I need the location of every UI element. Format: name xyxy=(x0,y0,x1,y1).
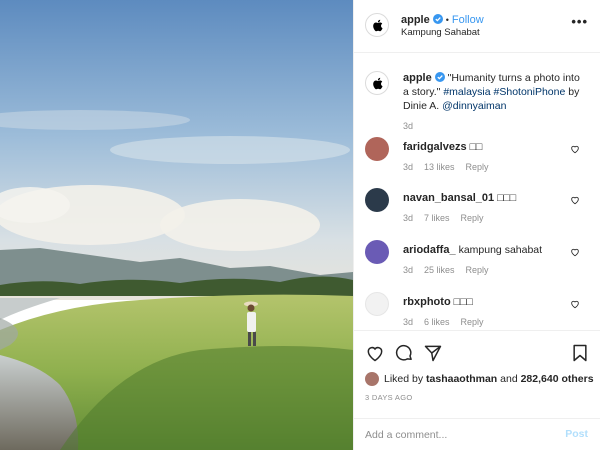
post-timestamp[interactable]: 3 DAYS AGO xyxy=(365,393,412,402)
comment-bubble-icon[interactable] xyxy=(394,343,414,363)
reply-button[interactable]: Reply xyxy=(461,317,484,327)
verified-badge-icon xyxy=(434,72,445,82)
comment-meta: 3d 7 likes Reply xyxy=(403,213,484,223)
comment-username[interactable]: navan_bansal_01 xyxy=(403,192,494,204)
avatar[interactable] xyxy=(365,13,389,37)
location-link[interactable]: Kampung Sahabat xyxy=(401,27,480,38)
comment-text: navan_bansal_01 □□□ xyxy=(403,192,516,204)
instagram-post: apple • Follow Kampung Sahabat ••• apple "… xyxy=(0,0,600,450)
caption-time[interactable]: 3d xyxy=(403,121,413,131)
comment-text: ariodaffa_ kampung sahabat xyxy=(403,244,542,256)
commenter-avatar[interactable] xyxy=(365,188,389,212)
comment-time[interactable]: 3d xyxy=(403,162,413,172)
comment-username[interactable]: rbxphoto xyxy=(403,296,451,308)
liker-avatar[interactable] xyxy=(365,372,379,386)
comment-text: faridgalvezs □□ xyxy=(403,141,482,153)
caption-username[interactable]: apple xyxy=(403,72,432,84)
follow-button[interactable]: Follow xyxy=(452,14,484,26)
commenter-avatar[interactable] xyxy=(365,240,389,264)
like-comment-heart-icon[interactable] xyxy=(570,195,580,205)
liked-and: and xyxy=(500,373,518,385)
header-user-line: apple • Follow xyxy=(401,14,484,26)
comment-username[interactable]: faridgalvezs xyxy=(403,141,467,153)
comment-time[interactable]: 3d xyxy=(403,213,413,223)
comment-body: □□□ xyxy=(453,296,473,308)
comment-text: rbxphoto □□□ xyxy=(403,296,473,308)
share-plane-icon[interactable] xyxy=(423,343,443,363)
apple-logo-icon xyxy=(372,19,383,31)
like-heart-icon[interactable] xyxy=(365,343,385,363)
comment-likes[interactable]: 13 likes xyxy=(424,162,455,172)
comment-likes[interactable]: 6 likes xyxy=(424,317,450,327)
comment-meta: 3d 13 likes Reply xyxy=(403,162,489,172)
likes-summary: Liked by tashaaothman and 282,640 others xyxy=(365,372,594,386)
landscape-photo xyxy=(0,0,353,450)
reply-button[interactable]: Reply xyxy=(466,162,489,172)
add-comment-bar: Post xyxy=(354,418,600,450)
like-comment-heart-icon[interactable] xyxy=(570,299,580,309)
comment-likes[interactable]: 7 likes xyxy=(424,213,450,223)
post-caption: apple "Humanity turns a photo into a sto… xyxy=(403,71,585,113)
commenter-avatar[interactable] xyxy=(365,137,389,161)
reply-button[interactable]: Reply xyxy=(461,213,484,223)
like-comment-heart-icon[interactable] xyxy=(570,144,580,154)
header-username[interactable]: apple xyxy=(401,14,430,26)
comment-meta: 3d 25 likes Reply xyxy=(403,265,489,275)
comment-meta: 3d 6 likes Reply xyxy=(403,317,484,327)
hashtag-link[interactable]: #ShotoniPhone xyxy=(494,86,566,98)
save-bookmark-icon[interactable] xyxy=(570,343,590,363)
comment-body: □□ xyxy=(469,141,483,153)
post-photo[interactable] xyxy=(0,0,353,450)
separator-dot: • xyxy=(445,15,449,25)
post-sidebar: apple • Follow Kampung Sahabat ••• apple "… xyxy=(353,0,600,450)
comment-input[interactable] xyxy=(365,423,555,447)
post-comment-button[interactable]: Post xyxy=(565,428,588,440)
post-actions: Liked by tashaaothman and 282,640 others… xyxy=(354,330,600,418)
comment-likes[interactable]: 25 likes xyxy=(424,265,455,275)
liked-prefix: Liked by xyxy=(384,373,424,385)
reply-button[interactable]: Reply xyxy=(466,265,489,275)
comment-time[interactable]: 3d xyxy=(403,317,413,327)
comment-username[interactable]: ariodaffa_ xyxy=(403,244,456,256)
comment-body: kampung sahabat xyxy=(458,244,543,256)
apple-logo-icon xyxy=(372,77,383,89)
caption-avatar[interactable] xyxy=(365,71,389,95)
post-header: apple • Follow Kampung Sahabat ••• xyxy=(354,0,600,53)
like-comment-heart-icon[interactable] xyxy=(570,247,580,257)
comment-body: □□□ xyxy=(497,192,517,204)
verified-badge-icon xyxy=(432,14,443,24)
more-options-icon[interactable]: ••• xyxy=(571,14,588,29)
mention-link[interactable]: @dinnyaiman xyxy=(442,100,506,112)
comment-time[interactable]: 3d xyxy=(403,265,413,275)
comments-list: apple "Humanity turns a photo into a sto… xyxy=(354,54,600,330)
liker-username[interactable]: tashaaothman xyxy=(426,373,497,385)
likes-count[interactable]: 282,640 others xyxy=(521,373,594,385)
commenter-avatar[interactable] xyxy=(365,292,389,316)
hashtag-link[interactable]: #malaysia xyxy=(443,86,490,98)
